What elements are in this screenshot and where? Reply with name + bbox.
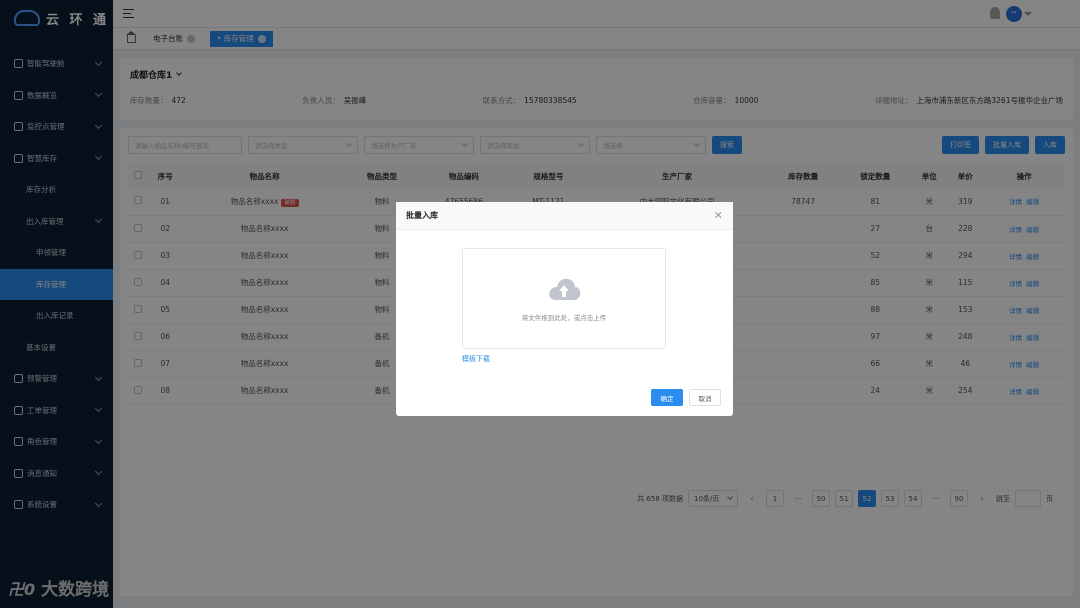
confirm-button[interactable]: 确定 [651, 389, 683, 406]
cancel-button[interactable]: 取消 [689, 389, 721, 406]
dialog-title: 批量入库 [406, 211, 438, 220]
dialog-footer: 确定 取消 [651, 389, 721, 406]
upload-dropzone[interactable]: 将文件拖到此处，或点击上传 [462, 248, 666, 349]
template-download-link[interactable]: 模板下载 [462, 354, 490, 364]
cloud-upload-icon [549, 278, 581, 300]
batch-import-dialog: 批量入库 ✕ 将文件拖到此处，或点击上传 模板下载 确定 取消 [396, 202, 733, 416]
upload-hint: 将文件拖到此处，或点击上传 [521, 313, 607, 322]
close-icon[interactable]: ✕ [714, 210, 723, 221]
dialog-header: 批量入库 ✕ [396, 202, 733, 230]
